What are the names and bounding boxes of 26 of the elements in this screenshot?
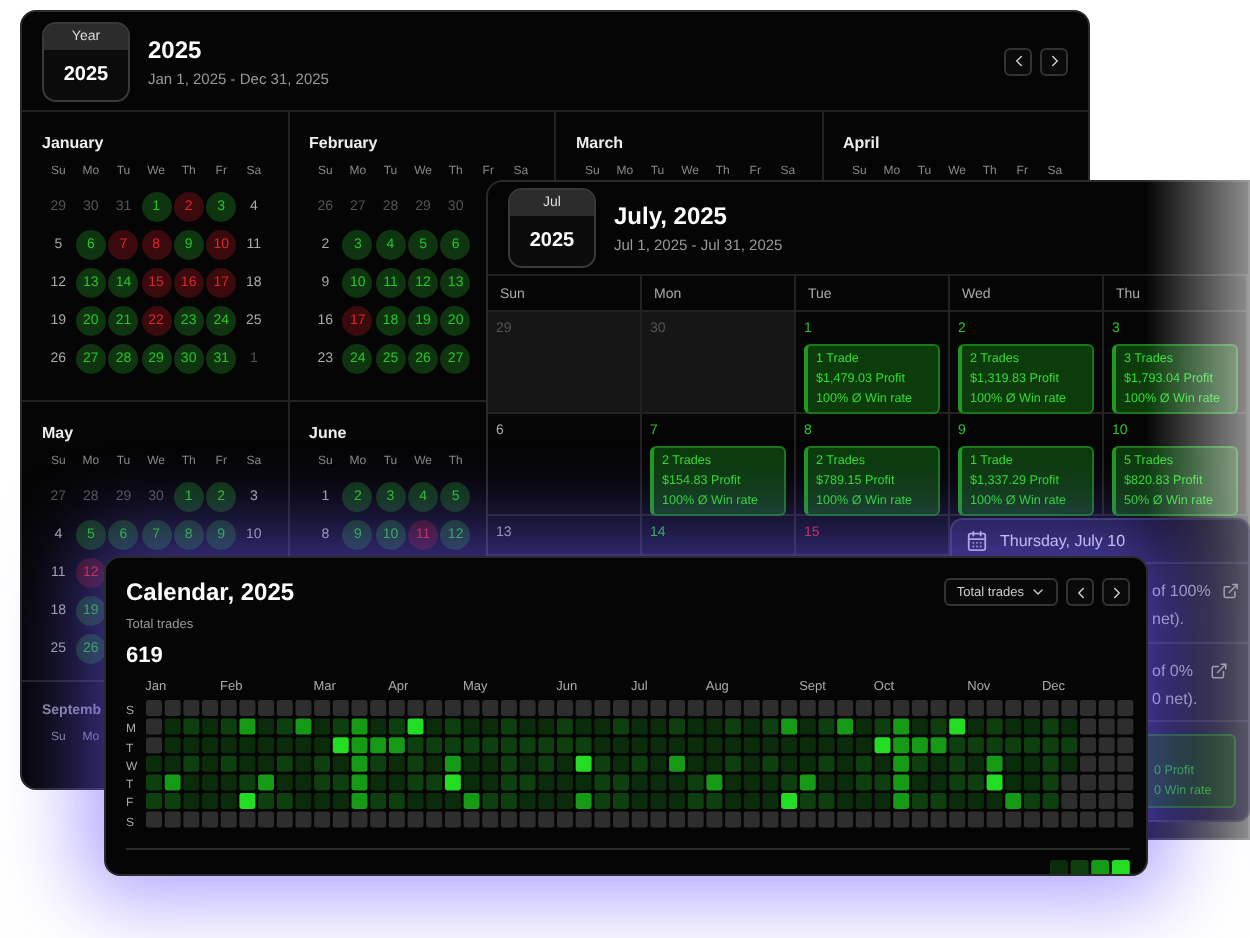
previous-button[interactable] bbox=[1066, 578, 1094, 606]
note-text: of 100% bbox=[1152, 582, 1211, 600]
month-name: March bbox=[576, 134, 624, 152]
badge-year: 2025 bbox=[61, 61, 111, 89]
month-name: February bbox=[309, 134, 378, 152]
month-name: June bbox=[309, 424, 347, 442]
month-name: April bbox=[843, 134, 880, 152]
stat-value: 619 bbox=[126, 644, 165, 668]
note-text: of 0% bbox=[1152, 661, 1195, 679]
window-title: 2025 bbox=[148, 35, 204, 63]
window-title: Calendar, 2025 bbox=[126, 578, 295, 606]
next-button[interactable] bbox=[1102, 578, 1130, 606]
legend-drawing bbox=[1050, 860, 1130, 874]
badge-year: 2025 bbox=[527, 228, 577, 256]
popover-title: Thursday, July 10 bbox=[1000, 532, 1126, 550]
chevron-down-icon bbox=[1030, 584, 1046, 600]
external-link-icon[interactable] bbox=[1222, 582, 1240, 600]
window-title: July, 2025 bbox=[614, 202, 729, 230]
external-link-icon[interactable] bbox=[1209, 661, 1228, 679]
note-text: 0 net). bbox=[1152, 689, 1198, 707]
month-name: May bbox=[42, 424, 74, 442]
month-name: January bbox=[42, 134, 104, 152]
calendar-icon bbox=[966, 530, 988, 552]
previous-button[interactable] bbox=[1004, 47, 1032, 75]
next-button[interactable] bbox=[1040, 47, 1068, 75]
note-text: net). bbox=[1152, 610, 1187, 628]
